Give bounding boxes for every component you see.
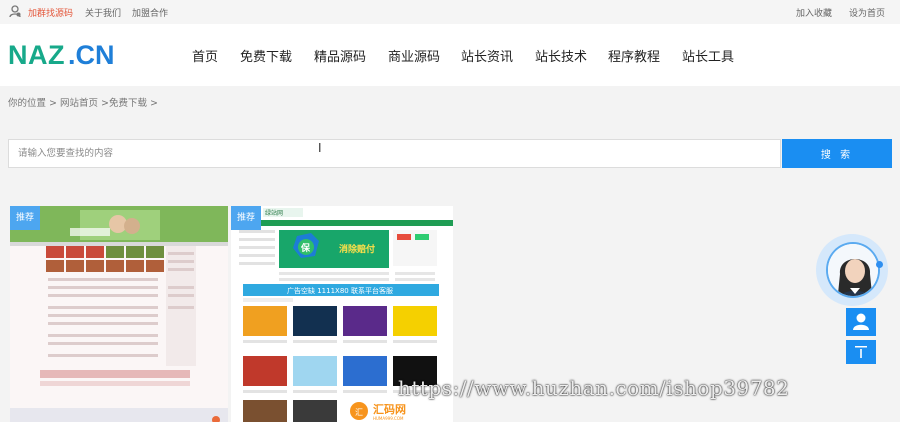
top-bar: 加群找源码 关于我们 加盟合作 加入收藏 设为首页 [0,0,900,24]
user-icon [853,313,869,330]
nav-webmaster-tools[interactable]: 站长工具 [682,46,734,65]
product-thumbnail[interactable] [10,206,228,422]
nav-webmaster-news[interactable]: 站长资讯 [461,46,513,65]
breadcrumb: 你的位置 > 网站首页 >免费下载 > [8,98,158,109]
ad-banner-text: 广告空缺 1111X80 联系平台客服 [287,286,393,295]
add-favorite-link[interactable]: 加入收藏 [796,6,832,19]
nav-commercial-source[interactable]: 商业源码 [388,46,440,65]
bottom-logo-text: 汇码网 [373,403,406,416]
nav-tutorials[interactable]: 程序教程 [608,46,660,65]
text-cursor-icon: I [318,141,322,155]
person-icon [9,5,21,18]
customer-service-avatar[interactable] [826,242,880,298]
join-group-link[interactable]: 加群找源码 [28,6,73,19]
search-button[interactable]: 搜 索 [782,139,892,168]
svg-text:NAZ: NAZ [8,41,65,69]
set-homepage-link[interactable]: 设为首页 [849,6,885,19]
nav-free-download[interactable]: 免费下载 [240,46,292,65]
hero-text: 消除赔付 [339,243,375,255]
contact-button[interactable] [846,308,876,336]
bottom-logo-subtext: HUMA999.COM [373,416,404,421]
back-to-top-button[interactable] [846,340,876,364]
franchise-link[interactable]: 加盟合作 [132,6,168,19]
about-us-link[interactable]: 关于我们 [85,6,121,19]
customer-service-widget[interactable] [814,234,900,364]
nav-webmaster-tech[interactable]: 站长技术 [535,46,587,65]
recommend-badge: 推荐 [231,206,261,230]
search-input[interactable] [8,139,781,168]
site-logo[interactable]: NAZ .CN [8,41,138,69]
svg-text:汇: 汇 [355,408,363,417]
recommend-badge: 推荐 [10,206,40,230]
online-status-dot [876,261,883,268]
watermark: https://www.huzhan.com/ishop39782 [398,376,790,400]
arrow-up-icon [855,346,867,358]
header: NAZ .CN 首页 免费下载 精品源码 商业源码 站长资讯 站长技术 程序教程… [0,24,900,86]
thumb-logo-text: 绿站网 [265,209,283,217]
nav-premium-source[interactable]: 精品源码 [314,46,366,65]
nav-home[interactable]: 首页 [192,46,218,65]
product-card[interactable]: 推荐 [10,206,228,422]
svg-text:保: 保 [300,242,311,254]
svg-text:.CN: .CN [68,41,115,69]
